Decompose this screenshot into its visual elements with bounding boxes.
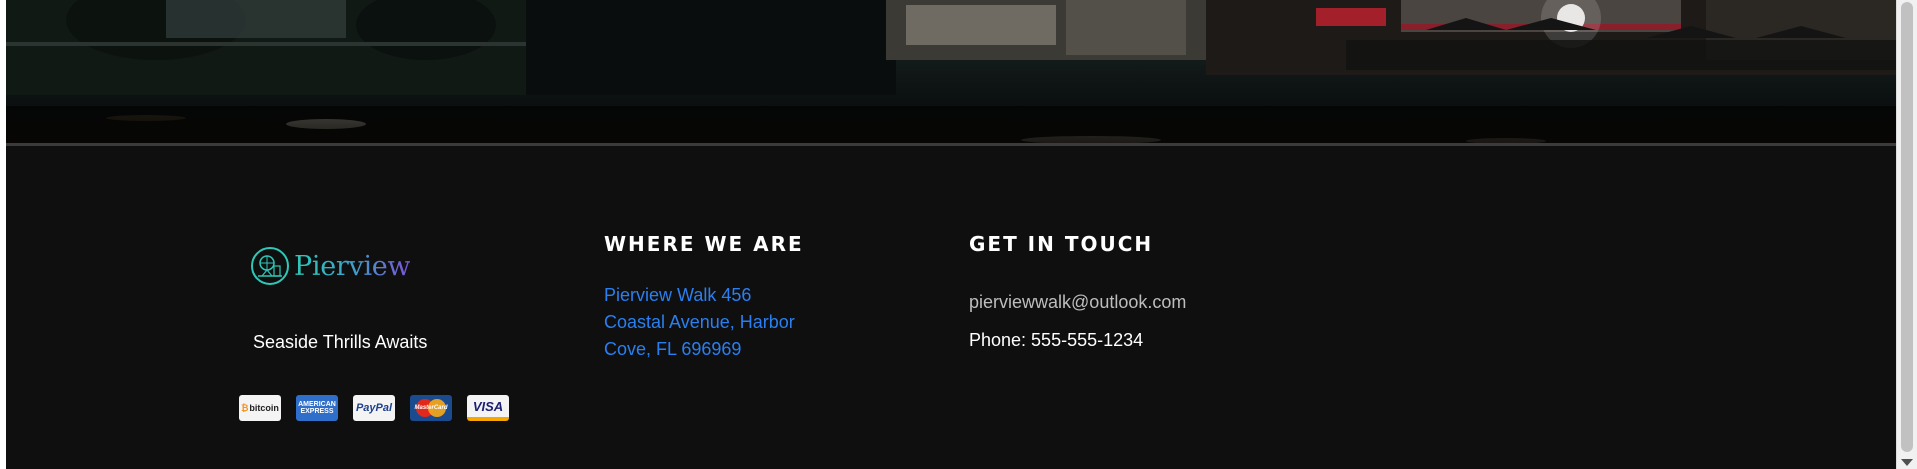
payment-methods: ₿ bitcoin AMERICAN EXPRESS PayPal MasterC… xyxy=(239,395,524,421)
paypal-label: PayPal xyxy=(355,402,393,414)
brand-tagline: Seaside Thrills Awaits xyxy=(253,332,428,352)
hero-image xyxy=(6,0,1896,146)
where-we-are-heading: WHERE WE ARE xyxy=(604,232,804,256)
scroll-down-arrow-icon[interactable] xyxy=(1901,459,1913,466)
scrollbar-thumb[interactable] xyxy=(1901,2,1913,452)
amex-label: AMERICAN EXPRESS xyxy=(298,401,336,415)
address-link[interactable]: Pierview Walk 456 Coastal Avenue, Harbor… xyxy=(604,282,844,363)
brand-logo[interactable]: Pierview xyxy=(250,246,411,286)
phone-number: Phone: 555-555-1234 xyxy=(969,330,1144,350)
amex-icon: AMERICAN EXPRESS xyxy=(296,395,338,421)
site-footer: Pierview Seaside Thrills Awaits ₿ bitcoin… xyxy=(6,146,1896,469)
page: Pierview Seaside Thrills Awaits ₿ bitcoin… xyxy=(6,0,1896,469)
address-line[interactable]: Pierview Walk 456 xyxy=(604,282,844,309)
water-reflection xyxy=(6,106,1896,146)
get-in-touch-heading: GET IN TOUCH xyxy=(969,232,1154,256)
address-line[interactable]: Coastal Avenue, Harbor xyxy=(604,309,844,336)
mastercard-label: MasterCard xyxy=(414,405,448,411)
address-line[interactable]: Cove, FL 696969 xyxy=(604,336,844,363)
bitcoin-icon: ₿ bitcoin xyxy=(239,395,281,421)
visa-icon: VISA xyxy=(467,395,509,421)
ferris-wheel-icon xyxy=(251,247,289,285)
email-link[interactable]: pierviewwalk@outlook.com xyxy=(969,292,1186,313)
paypal-icon: PayPal xyxy=(353,395,395,421)
bitcoin-label: bitcoin xyxy=(249,403,279,413)
vertical-scrollbar[interactable] xyxy=(1896,0,1917,469)
visa-label: VISA xyxy=(472,398,504,414)
brand-name: Pierview xyxy=(294,250,411,282)
mastercard-icon: MasterCard xyxy=(410,395,452,421)
